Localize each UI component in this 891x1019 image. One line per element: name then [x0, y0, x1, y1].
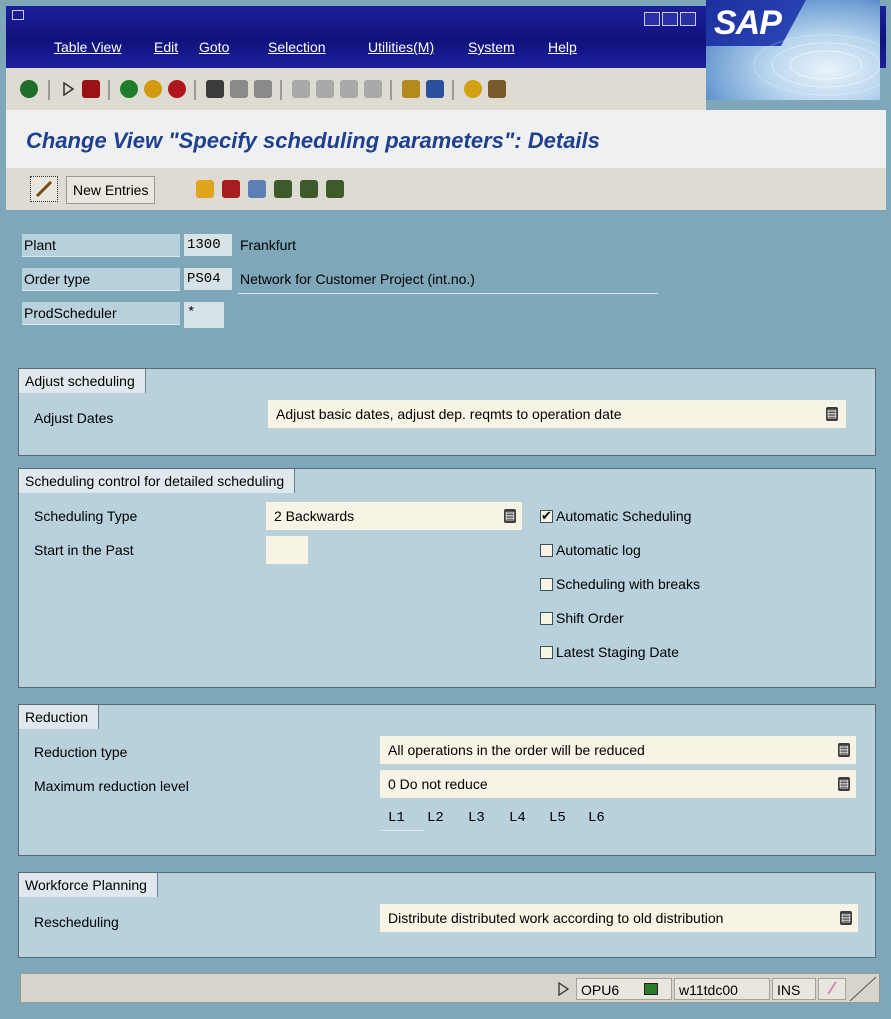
undo-change-icon[interactable] — [248, 180, 266, 198]
rescheduling-label: Rescheduling — [34, 914, 119, 930]
reduction-type-field[interactable]: All operations in the order will be redu… — [380, 736, 856, 764]
shortcut-icon[interactable] — [426, 80, 444, 98]
plant-code: 1300 — [184, 234, 232, 256]
display-change-icon[interactable] — [30, 176, 58, 202]
dropdown-icon[interactable]: ▤ — [840, 911, 852, 925]
level-divider — [380, 830, 424, 831]
checkbox-checked-icon[interactable] — [540, 508, 553, 524]
level-l4: L4 — [509, 810, 526, 826]
help-icon[interactable] — [464, 80, 482, 98]
reduction-title: Reduction — [19, 705, 100, 729]
order-type-name: Network for Customer Project (int.no.) — [240, 271, 475, 287]
new-entries-button[interactable]: New Entries — [66, 176, 156, 204]
minimize-icon[interactable] — [644, 12, 660, 26]
max-reduction-level-label: Maximum reduction level — [34, 778, 189, 794]
last-page-icon[interactable] — [364, 80, 382, 98]
previous-page-icon[interactable] — [316, 80, 334, 98]
menu-utilities[interactable]: Utilities(M) — [368, 39, 434, 55]
checkbox-icon[interactable] — [540, 612, 553, 625]
save-icon[interactable] — [82, 80, 100, 98]
level-l5: L5 — [549, 810, 566, 826]
level-l2: L2 — [427, 810, 444, 826]
menu-help[interactable]: Help — [548, 39, 577, 55]
sap-logo: SAP — [706, 0, 880, 100]
session-icon[interactable] — [644, 983, 658, 995]
level-l1: L1 — [388, 810, 405, 826]
layout-icon[interactable] — [488, 80, 506, 98]
order-type-underline — [238, 293, 658, 294]
order-type-code: PS04 — [184, 268, 232, 290]
resize-grip-icon[interactable] — [848, 976, 878, 1002]
checkbox-icon[interactable] — [540, 544, 553, 557]
checkbox-icon[interactable] — [540, 646, 553, 659]
next-page-icon[interactable] — [340, 80, 358, 98]
close-icon[interactable] — [680, 12, 696, 26]
automatic-scheduling-checkbox[interactable]: Automatic Scheduling — [540, 508, 691, 524]
scheduling-with-breaks-checkbox[interactable]: Scheduling with breaks — [540, 576, 700, 592]
menu-system[interactable]: System — [468, 39, 515, 55]
scheduling-control-title: Scheduling control for detailed scheduli… — [19, 469, 296, 493]
adjust-scheduling-title: Adjust scheduling — [19, 369, 146, 393]
checkbox-icon[interactable] — [540, 578, 553, 591]
dropdown-icon[interactable]: ▤ — [826, 407, 838, 421]
level-l3: L3 — [468, 810, 485, 826]
shift-order-checkbox[interactable]: Shift Order — [540, 610, 624, 626]
page-title: Change View "Specify scheduling paramete… — [26, 128, 600, 153]
other-entry-icon[interactable] — [326, 180, 344, 198]
prod-scheduler-value: * — [184, 302, 224, 328]
adjust-dates-label: Adjust Dates — [34, 410, 114, 426]
menu-selection[interactable]: Selection — [268, 39, 326, 55]
next-entry-icon[interactable] — [300, 180, 318, 198]
standard-toolbar — [6, 68, 706, 111]
automatic-log-checkbox[interactable]: Automatic log — [540, 542, 641, 558]
order-type-label: Order type — [22, 268, 180, 291]
latest-staging-date-checkbox[interactable]: Latest Staging Date — [540, 644, 679, 660]
adjust-dates-field[interactable]: Adjust basic dates, adjust dep. reqmts t… — [268, 400, 846, 428]
dropdown-icon[interactable]: ▤ — [838, 743, 850, 757]
exit-icon[interactable] — [144, 80, 162, 98]
enter-icon[interactable] — [20, 80, 38, 98]
plant-name: Frankfurt — [240, 237, 297, 253]
start-in-past-field[interactable] — [266, 536, 308, 564]
menu-goto[interactable]: Goto — [199, 39, 229, 55]
start-in-past-label: Start in the Past — [34, 542, 134, 558]
prod-scheduler-label: ProdScheduler — [22, 302, 180, 325]
max-reduction-level-field[interactable]: 0 Do not reduce — [380, 770, 856, 798]
cancel-icon[interactable] — [168, 80, 186, 98]
first-page-icon[interactable] — [292, 80, 310, 98]
scheduling-type-label: Scheduling Type — [34, 508, 138, 524]
scheduling-control-group — [18, 468, 876, 688]
create-session-icon[interactable] — [402, 80, 420, 98]
back-arrow-icon[interactable] — [62, 82, 74, 96]
menu-edit[interactable]: Edit — [154, 39, 178, 55]
workforce-planning-title: Workforce Planning — [19, 873, 158, 897]
status-info-icon[interactable] — [818, 978, 846, 1000]
dropdown-icon[interactable]: ▤ — [504, 509, 516, 523]
copy-as-icon[interactable] — [196, 180, 214, 198]
level-l6: L6 — [588, 810, 605, 826]
rescheduling-field[interactable]: Distribute distributed work according to… — [380, 904, 858, 932]
window-menu-icon[interactable] — [12, 10, 24, 20]
print-icon[interactable] — [206, 80, 224, 98]
dropdown-icon[interactable]: ▤ — [838, 777, 850, 791]
maximize-icon[interactable] — [662, 12, 678, 26]
find-icon[interactable] — [230, 80, 248, 98]
menu-table-view[interactable]: Table View — [54, 39, 121, 55]
input-mode[interactable]: INS — [772, 978, 816, 1000]
back-icon[interactable] — [120, 80, 138, 98]
scheduling-type-field[interactable]: 2 Backwards — [266, 502, 522, 530]
find-next-icon[interactable] — [254, 80, 272, 98]
status-expand-icon[interactable] — [556, 981, 570, 997]
reduction-type-label: Reduction type — [34, 744, 128, 760]
plant-label: Plant — [22, 234, 180, 257]
server-name: w11tdc00 — [674, 978, 770, 1000]
delete-icon[interactable] — [222, 180, 240, 198]
previous-entry-icon[interactable] — [274, 180, 292, 198]
